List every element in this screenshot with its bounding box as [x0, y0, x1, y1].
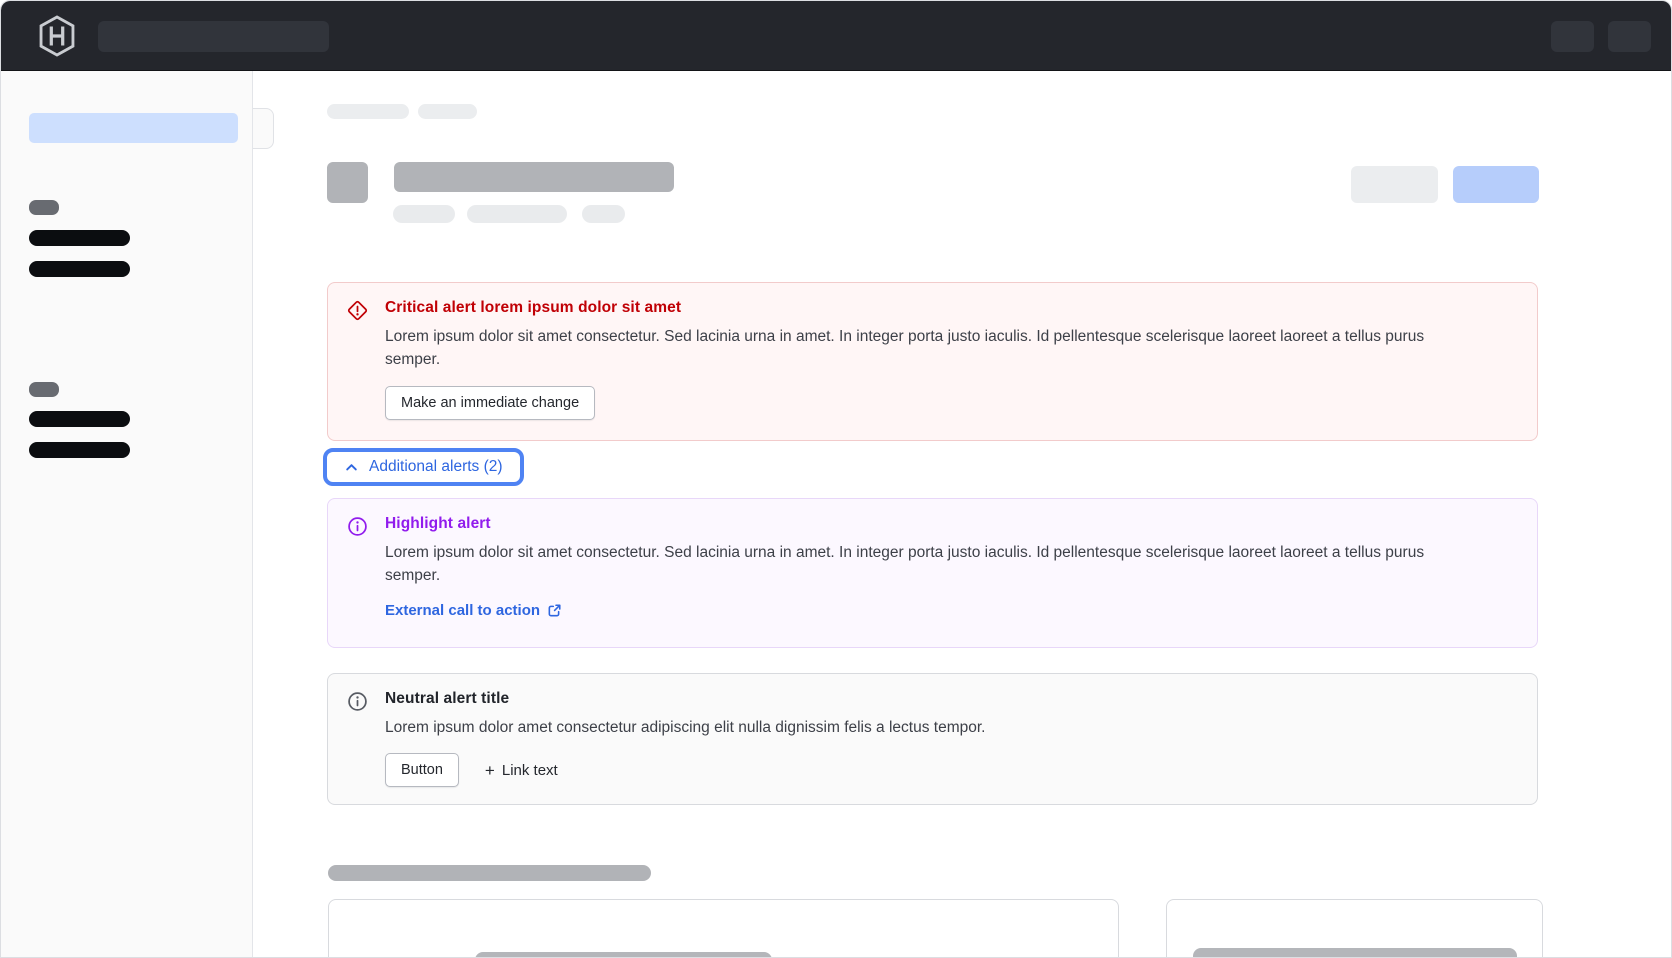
sidebar-section-label-skeleton-2	[29, 382, 59, 397]
additional-alerts-toggle[interactable]: Additional alerts (2)	[323, 448, 524, 486]
card-left-skeleton	[475, 952, 772, 958]
critical-alert-title: Critical alert lorem ipsum dolor sit ame…	[385, 299, 1513, 317]
critical-alert-content: Critical alert lorem ipsum dolor sit ame…	[385, 299, 1513, 424]
top-navbar	[1, 1, 1672, 71]
external-link-icon	[547, 603, 562, 618]
section-heading-skeleton	[328, 865, 651, 881]
main-content: Critical alert lorem ipsum dolor sit ame…	[253, 71, 1672, 958]
nav-action-skeleton-2[interactable]	[1608, 21, 1651, 52]
nav-search-skeleton[interactable]	[98, 21, 329, 52]
critical-alert-body: Lorem ipsum dolor sit amet consectetur. …	[385, 325, 1457, 371]
breadcrumb-skeleton-2	[418, 104, 477, 119]
sidebar-item-skeleton-4[interactable]	[29, 442, 130, 458]
external-cta-label: External call to action	[385, 602, 540, 619]
critical-alert-actions: Make an immediate change	[385, 386, 1513, 420]
neutral-button[interactable]: Button	[385, 753, 459, 787]
neutral-alert-actions: Button + Link text	[385, 753, 1513, 787]
highlight-alert: Highlight alert Lorem ipsum dolor sit am…	[327, 498, 1538, 648]
app-window: Critical alert lorem ipsum dolor sit ame…	[0, 0, 1672, 958]
header-primary-button-skeleton[interactable]	[1453, 166, 1539, 203]
neutral-alert-body: Lorem ipsum dolor amet consectetur adipi…	[385, 716, 1457, 739]
hashicorp-logo-icon	[38, 15, 76, 57]
badge-skeleton-1	[393, 205, 455, 223]
page-icon-skeleton	[327, 162, 368, 203]
page-title-skeleton	[394, 162, 674, 192]
add-link[interactable]: + Link text	[485, 762, 558, 779]
alert-diamond-icon	[347, 300, 368, 321]
info-circle-icon	[347, 516, 368, 537]
add-link-label: Link text	[502, 762, 558, 779]
nav-action-skeleton-1[interactable]	[1551, 21, 1594, 52]
external-cta-link[interactable]: External call to action	[385, 602, 562, 619]
sidebar	[1, 71, 253, 958]
sidebar-item-skeleton-1[interactable]	[29, 230, 130, 246]
highlight-alert-body: Lorem ipsum dolor sit amet consectetur. …	[385, 541, 1457, 587]
critical-alert: Critical alert lorem ipsum dolor sit ame…	[327, 282, 1538, 441]
highlight-alert-title: Highlight alert	[385, 515, 1513, 533]
neutral-alert: Neutral alert title Lorem ipsum dolor am…	[327, 673, 1538, 805]
sidebar-section-label-skeleton-1	[29, 200, 59, 215]
info-circle-icon	[347, 691, 368, 712]
plus-icon: +	[485, 762, 495, 779]
badge-skeleton-3	[582, 205, 625, 223]
sidebar-collapse-handle[interactable]	[253, 108, 274, 149]
badge-skeleton-2	[467, 205, 567, 223]
chevron-up-icon	[344, 460, 359, 475]
card-right-skeleton	[1193, 948, 1517, 958]
breadcrumb-skeleton-1	[327, 104, 409, 119]
immediate-change-button[interactable]: Make an immediate change	[385, 386, 595, 420]
sidebar-item-skeleton-2[interactable]	[29, 261, 130, 277]
sidebar-item-skeleton-3[interactable]	[29, 411, 130, 427]
neutral-alert-title: Neutral alert title	[385, 690, 1513, 708]
card-left	[328, 899, 1119, 958]
header-secondary-button-skeleton[interactable]	[1351, 166, 1438, 203]
highlight-alert-content: Highlight alert Lorem ipsum dolor sit am…	[385, 515, 1513, 631]
sidebar-item-selected-skeleton[interactable]	[29, 113, 238, 143]
additional-alerts-toggle-label: Additional alerts (2)	[369, 458, 503, 476]
neutral-alert-content: Neutral alert title Lorem ipsum dolor am…	[385, 690, 1513, 788]
card-right	[1166, 899, 1543, 958]
